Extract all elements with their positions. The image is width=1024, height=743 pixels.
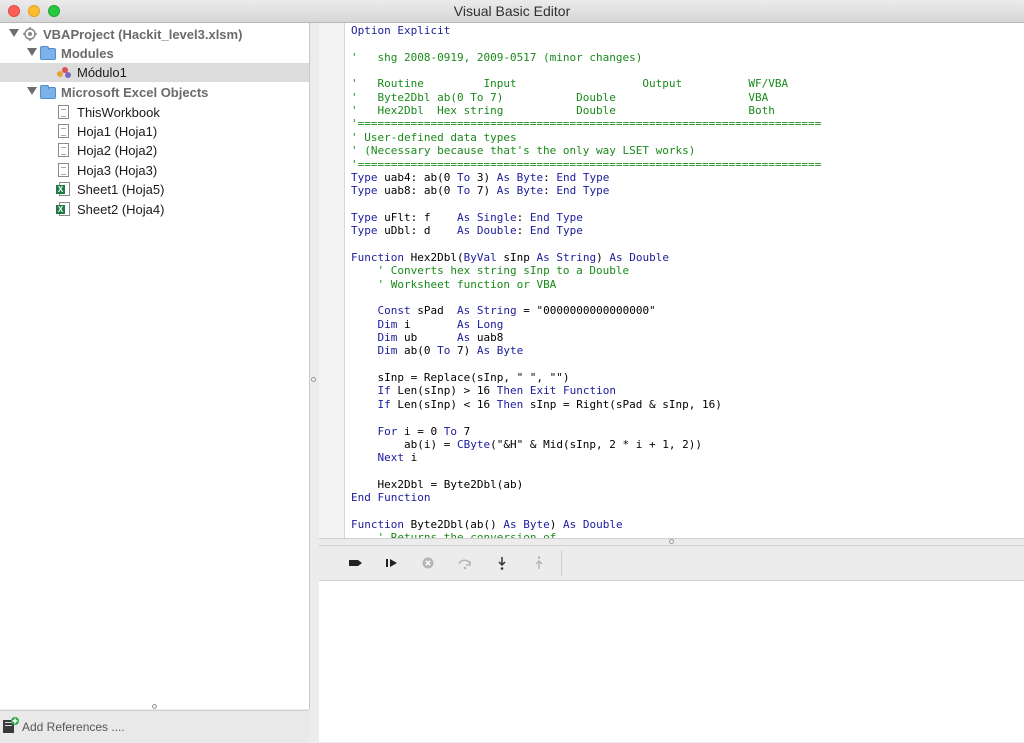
code-line[interactable]: If Len(sInp) > 16 Then Exit Function bbox=[351, 384, 616, 397]
disclosure-triangle-icon[interactable] bbox=[9, 29, 19, 37]
step-into-icon[interactable] bbox=[493, 554, 511, 572]
code-line[interactable]: For i = 0 To 7 bbox=[351, 425, 471, 438]
tree-item-hoja1[interactable]: Hoja1 (Hoja1) bbox=[0, 122, 309, 141]
project-explorer: VBAProject (Hackit_level3.xlsm) Modules … bbox=[0, 23, 310, 709]
code-line[interactable]: ' Returns the conversion of bbox=[351, 531, 557, 538]
disclosure-triangle-icon[interactable] bbox=[27, 48, 37, 56]
code-line[interactable]: ' (Necessary because that's the only way… bbox=[351, 144, 695, 157]
tree-item-modulo1[interactable]: Módulo1 bbox=[0, 63, 309, 82]
code-line[interactable]: Dim ub As uab8 bbox=[351, 331, 504, 344]
tree-item-label: VBAProject (Hackit_level3.xlsm) bbox=[43, 27, 243, 42]
step-run-icon[interactable] bbox=[383, 554, 401, 572]
code-line[interactable]: Dim i As Long bbox=[351, 318, 504, 331]
tree-item-label: Microsoft Excel Objects bbox=[61, 85, 209, 100]
code-line[interactable]: Type uDbl: d As Double: End Type bbox=[351, 224, 583, 237]
code-line[interactable]: Type uab8: ab(0 To 7) As Byte: End Type bbox=[351, 184, 609, 197]
code-line[interactable]: Option Explicit bbox=[351, 24, 450, 37]
code-line[interactable]: Type uab4: ab(0 To 3) As Byte: End Type bbox=[351, 171, 609, 184]
step-out-icon[interactable] bbox=[530, 554, 548, 572]
tree-item-vbaproject[interactable]: VBAProject (Hackit_level3.xlsm) bbox=[0, 25, 309, 44]
splitter-handle[interactable] bbox=[152, 704, 157, 709]
code-line[interactable]: ab(i) = CByte("&H" & Mid(sInp, 2 * i + 1… bbox=[351, 438, 702, 451]
code-line[interactable]: ' shg 2008-0919, 2009-0517 (minor change… bbox=[351, 51, 642, 64]
code-gutter[interactable] bbox=[319, 23, 345, 538]
tree-item-label: Sheet2 (Hoja4) bbox=[77, 202, 165, 217]
code-line[interactable]: ' Converts hex string sInp to a Double bbox=[351, 264, 630, 277]
tree-item-excel-objects[interactable]: Microsoft Excel Objects bbox=[0, 83, 309, 102]
window-titlebar: Visual Basic Editor bbox=[0, 0, 1024, 23]
tree-item-label: Hoja3 (Hoja3) bbox=[77, 163, 158, 178]
tree-item-label: Hoja2 (Hoja2) bbox=[77, 143, 158, 158]
add-references-bar: Add References .... bbox=[0, 710, 309, 743]
step-over-icon[interactable] bbox=[456, 554, 474, 572]
disclosure-triangle-icon[interactable] bbox=[27, 87, 37, 95]
add-references-icon[interactable] bbox=[3, 717, 19, 733]
code-line[interactable]: Dim ab(0 To 7) As Byte bbox=[351, 344, 524, 357]
sheet-doc-icon bbox=[58, 143, 69, 157]
tree-item-label: Hoja1 (Hoja1) bbox=[77, 124, 158, 139]
toolbar-separator bbox=[561, 550, 562, 576]
code-line[interactable]: ' Hex2Dbl Hex string Double Both bbox=[351, 104, 775, 117]
code-line[interactable]: Type uFlt: f As Single: End Type bbox=[351, 211, 583, 224]
editor-splitter[interactable] bbox=[319, 538, 1024, 546]
code-line[interactable]: Function Byte2Dbl(ab() As Byte) As Doubl… bbox=[351, 518, 623, 531]
tree-item-sheet2[interactable]: X Sheet2 (Hoja4) bbox=[0, 200, 309, 219]
code-line[interactable]: ' User-defined data types bbox=[351, 131, 517, 144]
excel-sheet-icon: X bbox=[56, 182, 70, 196]
immediate-window[interactable] bbox=[319, 581, 1024, 742]
vba-project-icon bbox=[22, 27, 38, 41]
folder-icon bbox=[40, 85, 56, 99]
code-line[interactable]: Function Hex2Dbl(ByVal sInp As String) A… bbox=[351, 251, 669, 264]
stop-icon[interactable] bbox=[419, 554, 437, 572]
tree-item-label: Modules bbox=[61, 46, 114, 61]
workbook-doc-icon bbox=[58, 105, 69, 119]
window-title: Visual Basic Editor bbox=[453, 3, 571, 19]
tree-item-hoja3[interactable]: Hoja3 (Hoja3) bbox=[0, 161, 309, 180]
debug-toolbar bbox=[319, 546, 1024, 581]
code-line[interactable]: '=======================================… bbox=[351, 117, 821, 130]
code-line[interactable]: sInp = Replace(sInp, " ", "") bbox=[351, 371, 569, 384]
splitter-handle[interactable] bbox=[311, 377, 316, 382]
code-line[interactable]: Const sPad As String = "0000000000000000… bbox=[351, 304, 656, 317]
sheet-doc-icon bbox=[58, 124, 69, 138]
code-line[interactable]: If Len(sInp) < 16 Then sInp = Right(sPad… bbox=[351, 398, 722, 411]
add-references-button[interactable]: Add References .... bbox=[22, 720, 125, 734]
code-line[interactable]: ' Routine Input Output WF/VBA bbox=[351, 77, 788, 90]
tree-item-hoja2[interactable]: Hoja2 (Hoja2) bbox=[0, 141, 309, 160]
code-line[interactable]: ' Worksheet function or VBA bbox=[351, 278, 557, 291]
code-editor[interactable]: Option Explicit ' shg 2008-0919, 2009-051… bbox=[319, 23, 1024, 538]
tree-item-label: Módulo1 bbox=[77, 65, 127, 80]
code-line[interactable]: End Function bbox=[351, 491, 430, 504]
code-line[interactable]: Next i bbox=[351, 451, 418, 464]
excel-sheet-icon: X bbox=[56, 202, 70, 216]
splitter-handle[interactable] bbox=[669, 539, 674, 544]
tree-item-thisworkbook[interactable]: ThisWorkbook bbox=[0, 103, 309, 122]
code-line[interactable]: ' Byte2Dbl ab(0 To 7) Double VBA bbox=[351, 91, 768, 104]
code-line[interactable]: Hex2Dbl = Byte2Dbl(ab) bbox=[351, 478, 523, 491]
tree-item-modules[interactable]: Modules bbox=[0, 44, 309, 63]
sheet-doc-icon bbox=[58, 163, 69, 177]
code-area[interactable]: Option Explicit ' shg 2008-0919, 2009-051… bbox=[351, 23, 1021, 538]
module-icon bbox=[56, 65, 72, 79]
folder-icon bbox=[40, 46, 56, 60]
tree-item-sheet1[interactable]: X Sheet1 (Hoja5) bbox=[0, 180, 309, 199]
code-line[interactable]: '=======================================… bbox=[351, 158, 821, 171]
tree-item-label: ThisWorkbook bbox=[77, 105, 160, 120]
tree-item-label: Sheet1 (Hoja5) bbox=[77, 182, 165, 197]
run-icon[interactable] bbox=[347, 554, 365, 572]
